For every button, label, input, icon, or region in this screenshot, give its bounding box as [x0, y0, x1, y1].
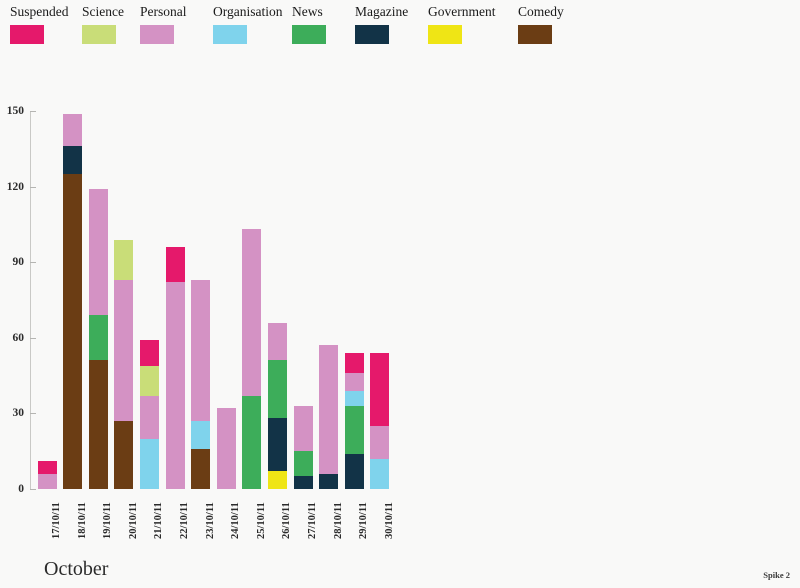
y-tick-label: 150	[6, 105, 24, 117]
month-title: October	[44, 558, 109, 580]
bar-segment-personal[interactable]	[114, 279, 134, 421]
bar-24/10/11[interactable]	[216, 0, 236, 489]
bar-segment-news[interactable]	[267, 360, 287, 419]
bar-segment-science[interactable]	[114, 239, 134, 280]
y-tick-mark	[30, 337, 36, 339]
bar-segment-organisation[interactable]	[139, 438, 159, 489]
x-tick-label: 28/10/11	[332, 502, 344, 539]
bar-segment-magazine[interactable]	[293, 476, 313, 489]
x-tick-label: 29/10/11	[358, 502, 370, 539]
bar-segment-magazine[interactable]	[63, 146, 83, 174]
x-tick-label: 26/10/11	[281, 502, 293, 539]
bar-18/10/11[interactable]	[63, 0, 83, 489]
bar-segment-science[interactable]	[139, 365, 159, 396]
x-tick-label: 24/10/11	[230, 502, 242, 539]
y-tick-label: 120	[6, 180, 24, 193]
bar-segment-personal[interactable]	[267, 322, 287, 361]
bar-23/10/11[interactable]	[191, 0, 211, 489]
bar-segment-personal[interactable]	[216, 408, 236, 489]
bar-segment-news[interactable]	[344, 405, 364, 454]
x-tick-label: 19/10/11	[102, 502, 114, 539]
bar-segment-personal[interactable]	[242, 229, 262, 396]
bar-segment-personal[interactable]	[293, 405, 313, 452]
x-tick-label: 23/10/11	[204, 502, 216, 539]
y-tick-label: 30	[12, 407, 25, 420]
bar-segment-organisation[interactable]	[370, 458, 390, 489]
bar-segment-organisation[interactable]	[344, 390, 364, 406]
bar-21/10/11[interactable]	[139, 0, 159, 489]
bar-segment-suspended[interactable]	[370, 352, 390, 426]
bar-segment-personal[interactable]	[319, 345, 339, 474]
x-tick-label: 25/10/11	[255, 502, 267, 539]
bar-segment-personal[interactable]	[63, 113, 83, 147]
x-tick-label: 27/10/11	[307, 502, 318, 539]
y-tick-mark	[30, 111, 36, 112]
bar-segment-organisation[interactable]	[191, 420, 211, 449]
bar-segment-suspended[interactable]	[165, 247, 185, 283]
bar-segment-personal[interactable]	[88, 189, 108, 316]
bar-segment-suspended[interactable]	[37, 461, 57, 474]
x-tick-label: 30/10/11	[383, 502, 395, 539]
bar-29/10/11[interactable]	[344, 0, 364, 489]
bar-segment-magazine[interactable]	[267, 418, 287, 472]
bar-segment-personal[interactable]	[165, 282, 185, 489]
y-tick-mark	[30, 186, 36, 188]
y-tick-mark	[30, 262, 36, 264]
bar-19/10/11[interactable]	[88, 0, 108, 489]
y-tick-mark	[30, 413, 36, 415]
bar-segment-personal[interactable]	[370, 426, 390, 459]
bar-20/10/11[interactable]	[114, 0, 134, 489]
bar-segment-personal[interactable]	[139, 395, 159, 439]
bar-26/10/11[interactable]	[267, 0, 287, 489]
bar-segment-government[interactable]	[267, 471, 287, 489]
y-tick-label: 90	[12, 256, 25, 269]
bar-segment-news[interactable]	[88, 315, 108, 361]
bar-segment-personal[interactable]	[191, 279, 211, 421]
y-tick-label: 60	[12, 331, 25, 344]
x-tick-label: 17/10/11	[51, 502, 62, 539]
bar-segment-news[interactable]	[293, 451, 313, 477]
bar-segment-news[interactable]	[242, 395, 262, 489]
bar-segment-comedy[interactable]	[63, 174, 83, 489]
bar-segment-comedy[interactable]	[191, 448, 211, 489]
x-tick-label: 22/10/11	[179, 502, 190, 539]
bar-22/10/11[interactable]	[165, 0, 185, 489]
bar-17/10/11[interactable]	[37, 0, 57, 489]
x-tick-label: 18/10/11	[76, 502, 88, 539]
y-tick-label: 0	[18, 483, 24, 495]
bar-segment-comedy[interactable]	[114, 420, 134, 489]
bar-27/10/11[interactable]	[293, 0, 313, 489]
bar-segment-magazine[interactable]	[344, 453, 364, 489]
bar-28/10/11[interactable]	[319, 0, 339, 489]
bar-segment-magazine[interactable]	[319, 473, 339, 489]
bar-30/10/11[interactable]	[370, 0, 390, 489]
bar-segment-comedy[interactable]	[88, 360, 108, 489]
bar-segment-personal[interactable]	[37, 473, 57, 489]
y-axis-line	[30, 111, 31, 490]
bar-segment-suspended[interactable]	[344, 352, 364, 374]
x-tick-label: 20/10/11	[127, 502, 139, 539]
x-tick-label: 21/10/11	[153, 502, 165, 539]
spike-caption: Spike 2	[763, 570, 790, 580]
bar-segment-personal[interactable]	[344, 373, 364, 391]
chart-plot-area: 0 30 60 90 120 150 17/10/11 18/10/11 19/10/11 20…	[0, 0, 800, 588]
bar-25/10/11[interactable]	[242, 0, 262, 489]
y-tick-mark	[30, 489, 36, 490]
bar-segment-suspended[interactable]	[139, 340, 159, 366]
